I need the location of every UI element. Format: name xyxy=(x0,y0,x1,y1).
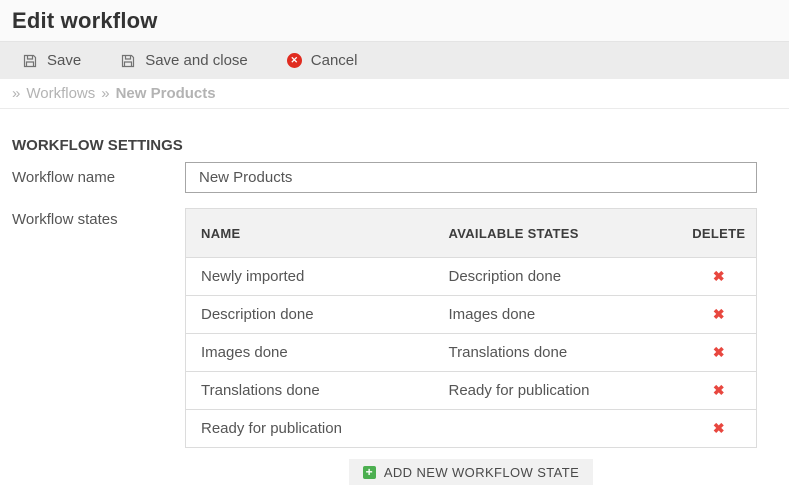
add-workflow-state-button[interactable]: + ADD NEW WORKFLOW STATE xyxy=(349,459,593,485)
save-icon xyxy=(22,53,38,69)
save-button-label: Save xyxy=(47,52,81,69)
section-title: WORKFLOW SETTINGS xyxy=(12,137,777,154)
state-name-cell: Description done xyxy=(186,296,434,334)
add-workflow-state-label: ADD NEW WORKFLOW STATE xyxy=(384,465,579,480)
workflow-state-row: Images done Translations done ✖ xyxy=(186,334,757,372)
delete-icon[interactable]: ✖ xyxy=(713,382,725,398)
available-states-cell: Translations done xyxy=(434,334,682,372)
available-states-cell: Description done xyxy=(434,258,682,296)
delete-cell: ✖ xyxy=(682,258,757,296)
workflow-states-row: Workflow states NAME AVAILABLE STATES DE… xyxy=(12,208,777,485)
available-states-cell: Images done xyxy=(434,296,682,334)
content-area: WORKFLOW SETTINGS Workflow name Workflow… xyxy=(0,109,789,485)
toolbar: Save Save and close ✕ Cancel xyxy=(0,42,789,79)
page-title: Edit workflow xyxy=(12,8,158,34)
workflow-state-row: Description done Images done ✖ xyxy=(186,296,757,334)
column-header-name: NAME xyxy=(186,209,434,258)
save-and-close-button[interactable]: Save and close xyxy=(120,52,248,69)
state-name-cell: Newly imported xyxy=(186,258,434,296)
column-header-delete: DELETE xyxy=(682,209,757,258)
workflow-name-input[interactable] xyxy=(185,162,757,193)
breadcrumb-current-item: New Products xyxy=(116,85,216,102)
delete-cell: ✖ xyxy=(682,296,757,334)
delete-cell: ✖ xyxy=(682,410,757,448)
workflow-states-label: Workflow states xyxy=(12,208,185,228)
state-name-cell: Images done xyxy=(186,334,434,372)
cancel-icon: ✕ xyxy=(287,53,302,68)
save-button[interactable]: Save xyxy=(22,52,81,69)
edit-workflow-page: Edit workflow Save Save and close xyxy=(0,0,789,485)
save-icon xyxy=(120,53,136,69)
workflow-state-row: Newly imported Description done ✖ xyxy=(186,258,757,296)
delete-cell: ✖ xyxy=(682,372,757,410)
workflow-state-row: Ready for publication ✖ xyxy=(186,410,757,448)
cancel-button[interactable]: ✕ Cancel xyxy=(287,52,358,69)
workflow-state-row: Translations done Ready for publication … xyxy=(186,372,757,410)
workflow-states-column: NAME AVAILABLE STATES DELETE Newly impor… xyxy=(185,208,757,485)
breadcrumb: » Workflows » New Products xyxy=(0,79,789,109)
available-states-cell: Ready for publication xyxy=(434,372,682,410)
delete-cell: ✖ xyxy=(682,334,757,372)
delete-icon[interactable]: ✖ xyxy=(713,344,725,360)
plus-icon: + xyxy=(363,466,376,479)
workflow-states-table: NAME AVAILABLE STATES DELETE Newly impor… xyxy=(185,208,757,448)
delete-icon[interactable]: ✖ xyxy=(713,268,725,284)
breadcrumb-separator: » xyxy=(101,85,109,102)
cancel-button-label: Cancel xyxy=(311,52,358,69)
delete-icon[interactable]: ✖ xyxy=(713,420,725,436)
delete-icon[interactable]: ✖ xyxy=(713,306,725,322)
save-and-close-button-label: Save and close xyxy=(145,52,248,69)
state-name-cell: Translations done xyxy=(186,372,434,410)
page-header: Edit workflow xyxy=(0,0,789,42)
breadcrumb-separator: » xyxy=(12,85,20,102)
column-header-available-states: AVAILABLE STATES xyxy=(434,209,682,258)
available-states-cell xyxy=(434,410,682,448)
workflow-name-label: Workflow name xyxy=(12,169,185,186)
state-name-cell: Ready for publication xyxy=(186,410,434,448)
table-header-row: NAME AVAILABLE STATES DELETE xyxy=(186,209,757,258)
workflow-name-row: Workflow name xyxy=(12,162,777,193)
workflow-states-body: Newly imported Description done ✖ Descri… xyxy=(186,258,757,448)
breadcrumb-workflows-link[interactable]: Workflows xyxy=(26,85,95,102)
